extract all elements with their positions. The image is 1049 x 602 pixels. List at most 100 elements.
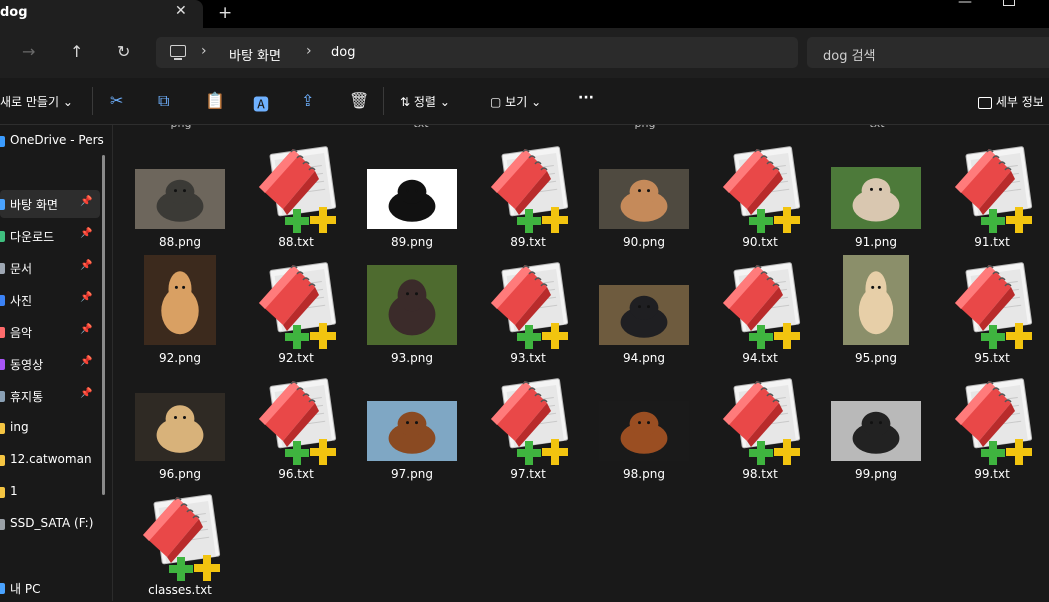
sidebar-item-label: 음악 [10,326,33,340]
image-thumbnail [135,169,225,229]
cut-icon[interactable]: ✂ [110,91,123,110]
sidebar-item[interactable]: 내 PC [0,574,100,602]
new-tab-button[interactable]: + [218,3,232,23]
file-name-partial: png [161,125,201,130]
delete-icon[interactable]: 🗑 [349,91,369,110]
file-item-txt[interactable]: 94.txt [705,253,815,365]
sidebar-item[interactable]: 12.catwoman [0,446,100,474]
command-bar: 새로 만들기 ⌄ ✂ ⧉ 📋 🅰 ⇪ 🗑 ⇅ 정렬 ⌄ ▢ 보기 ⌄ ··· 세… [0,78,1049,125]
image-thumbnail [367,265,457,345]
file-item-png[interactable]: 91.png [821,137,931,249]
file-item-txt[interactable]: 95.txt [937,253,1047,365]
sidebar-scrollbar[interactable] [102,155,105,495]
file-item-txt[interactable]: 91.txt [937,137,1047,249]
file-name: 94.txt [742,351,778,365]
sidebar-item-label: 내 PC [10,582,41,596]
pin-icon[interactable]: 📌 [80,196,92,207]
file-item-txt[interactable]: 88.txt [241,137,351,249]
sidebar-item[interactable]: 사진 📌 [0,286,100,314]
pin-icon[interactable]: 📌 [80,292,92,303]
file-item-txt[interactable]: 97.txt [473,369,583,481]
forward-button[interactable]: → [22,42,35,61]
pin-icon[interactable]: 📌 [80,324,92,335]
file-item-png[interactable]: 95.png [821,253,931,365]
file-item-txt[interactable]: 89.txt [473,137,583,249]
sidebar-item[interactable]: 음악 📌 [0,318,100,346]
file-item-txt[interactable]: 93.txt [473,253,583,365]
file-item-txt[interactable]: 96.txt [241,369,351,481]
share-icon[interactable]: ⇪ [301,91,314,110]
sidebar-item-label: 바탕 화면 [10,198,58,212]
notepad-icon [485,375,575,469]
notepad-icon [253,375,343,469]
file-item-txt[interactable]: 98.txt [705,369,815,481]
sidebar-item[interactable]: 문서 📌 [0,254,100,282]
paste-icon[interactable]: 📋 [205,91,225,110]
sidebar-item[interactable]: SSD_SATA (F:) [0,510,100,538]
file-item-png[interactable]: 90.png [589,137,699,249]
breadcrumb-desktop[interactable]: 바탕 화면 [229,45,281,64]
file-item-txt[interactable]: 92.txt [241,253,351,365]
sort-label: 정렬 [413,95,436,109]
copy-icon[interactable]: ⧉ [158,91,169,111]
rename-icon[interactable]: 🅰 [253,91,269,115]
sidebar-item[interactable]: 동영상 📌 [0,350,100,378]
sidebar-item[interactable]: 다운로드 📌 [0,222,100,250]
pin-icon[interactable]: 📌 [80,260,92,271]
refresh-button[interactable]: ↻ [117,42,130,61]
folder-icon [0,136,5,147]
file-item-png[interactable]: 93.png [357,253,467,365]
address-bar[interactable]: › 바탕 화면 › dog [156,37,798,68]
title-bar: dog ✕ + — [0,0,1049,28]
minimize-button[interactable]: — [958,0,972,10]
details-button[interactable]: 세부 정보 [978,93,1044,110]
sort-button[interactable]: ⇅ 정렬 ⌄ [400,93,450,110]
file-name: 92.txt [278,351,314,365]
maximize-button[interactable] [1003,0,1015,6]
up-button[interactable]: ↑ [70,42,83,61]
file-item-png[interactable]: 94.png [589,253,699,365]
search-box[interactable]: dog 검색 [807,37,1049,68]
pin-icon[interactable]: 📌 [80,228,92,239]
file-item-txt[interactable]: 90.txt [705,137,815,249]
file-item-png[interactable]: 97.png [357,369,467,481]
file-item-txt[interactable]: classes.txt [125,485,235,597]
file-grid: png txt png txt 88.png 88.txt 89.png 89.txt 90.… [113,125,1049,601]
notepad-icon [717,375,807,469]
tab-dog[interactable]: dog ✕ [0,0,203,28]
image-thumbnail [843,255,909,345]
image-thumbnail [831,401,921,461]
notepad-icon [717,259,807,353]
chevron-right-icon: › [306,43,312,59]
sidebar-item[interactable]: 1 [0,478,100,506]
file-item-png[interactable]: 98.png [589,369,699,481]
pin-icon[interactable]: 📌 [80,388,92,399]
more-button[interactable]: ··· [578,90,594,106]
file-item-txt[interactable]: 99.txt [937,369,1047,481]
folder-icon [0,295,5,306]
folder-icon [0,199,5,210]
folder-icon [0,423,5,434]
file-item-png[interactable]: 99.png [821,369,931,481]
sidebar-item-label: ing [10,420,29,434]
pin-icon[interactable]: 📌 [80,356,92,367]
search-input[interactable]: dog 검색 [823,45,876,64]
image-thumbnail [367,401,457,461]
file-item-png[interactable]: 96.png [125,369,235,481]
new-button[interactable]: 새로 만들기 ⌄ [0,93,73,110]
file-item-png[interactable]: 89.png [357,137,467,249]
sidebar-item-label: SSD_SATA (F:) [10,516,94,530]
sidebar-item-label: 12.catwoman [10,452,92,466]
sidebar-item-label: 사진 [10,294,33,308]
folder-icon [0,455,5,466]
file-name: 92.png [159,351,201,365]
close-icon[interactable]: ✕ [175,3,187,19]
sidebar-item[interactable]: 바탕 화면 📌 [0,190,100,218]
file-item-png[interactable]: 92.png [125,253,235,365]
sidebar-item[interactable]: ing [0,414,100,442]
file-item-png[interactable]: 88.png [125,137,235,249]
sidebar-item[interactable]: 휴지통 📌 [0,382,100,410]
view-button[interactable]: ▢ 보기 ⌄ [490,93,541,110]
sidebar-item[interactable]: OneDrive - Pers [0,127,104,155]
breadcrumb-dog[interactable]: dog [331,45,355,60]
